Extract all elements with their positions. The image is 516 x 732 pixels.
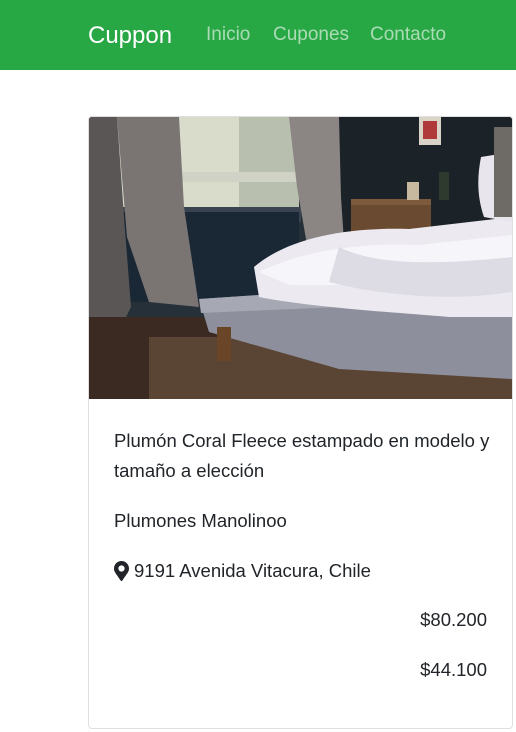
product-image [89, 117, 512, 399]
nav-link-contacto[interactable]: Contacto [370, 21, 446, 49]
address-text: 9191 Avenida Vitacura, Chile [134, 560, 371, 581]
map-marker-icon [114, 561, 129, 581]
deal-price: $44.100 [420, 659, 487, 680]
navbar: Cuppon Inicio Cupones Contacto [0, 0, 516, 70]
brand-logo[interactable]: Cuppon [88, 19, 172, 53]
product-title[interactable]: Plumón Coral Fleece estampado en modelo … [114, 426, 494, 486]
original-price: $80.200 [420, 609, 487, 630]
store-name: Plumones Manolinoo [114, 510, 287, 531]
store-address: 9191 Avenida Vitacura, Chile [114, 556, 371, 586]
nav-link-inicio[interactable]: Inicio [206, 21, 250, 49]
nav-link-cupones[interactable]: Cupones [273, 21, 349, 49]
coupon-card[interactable]: Plumón Coral Fleece estampado en modelo … [88, 116, 513, 729]
